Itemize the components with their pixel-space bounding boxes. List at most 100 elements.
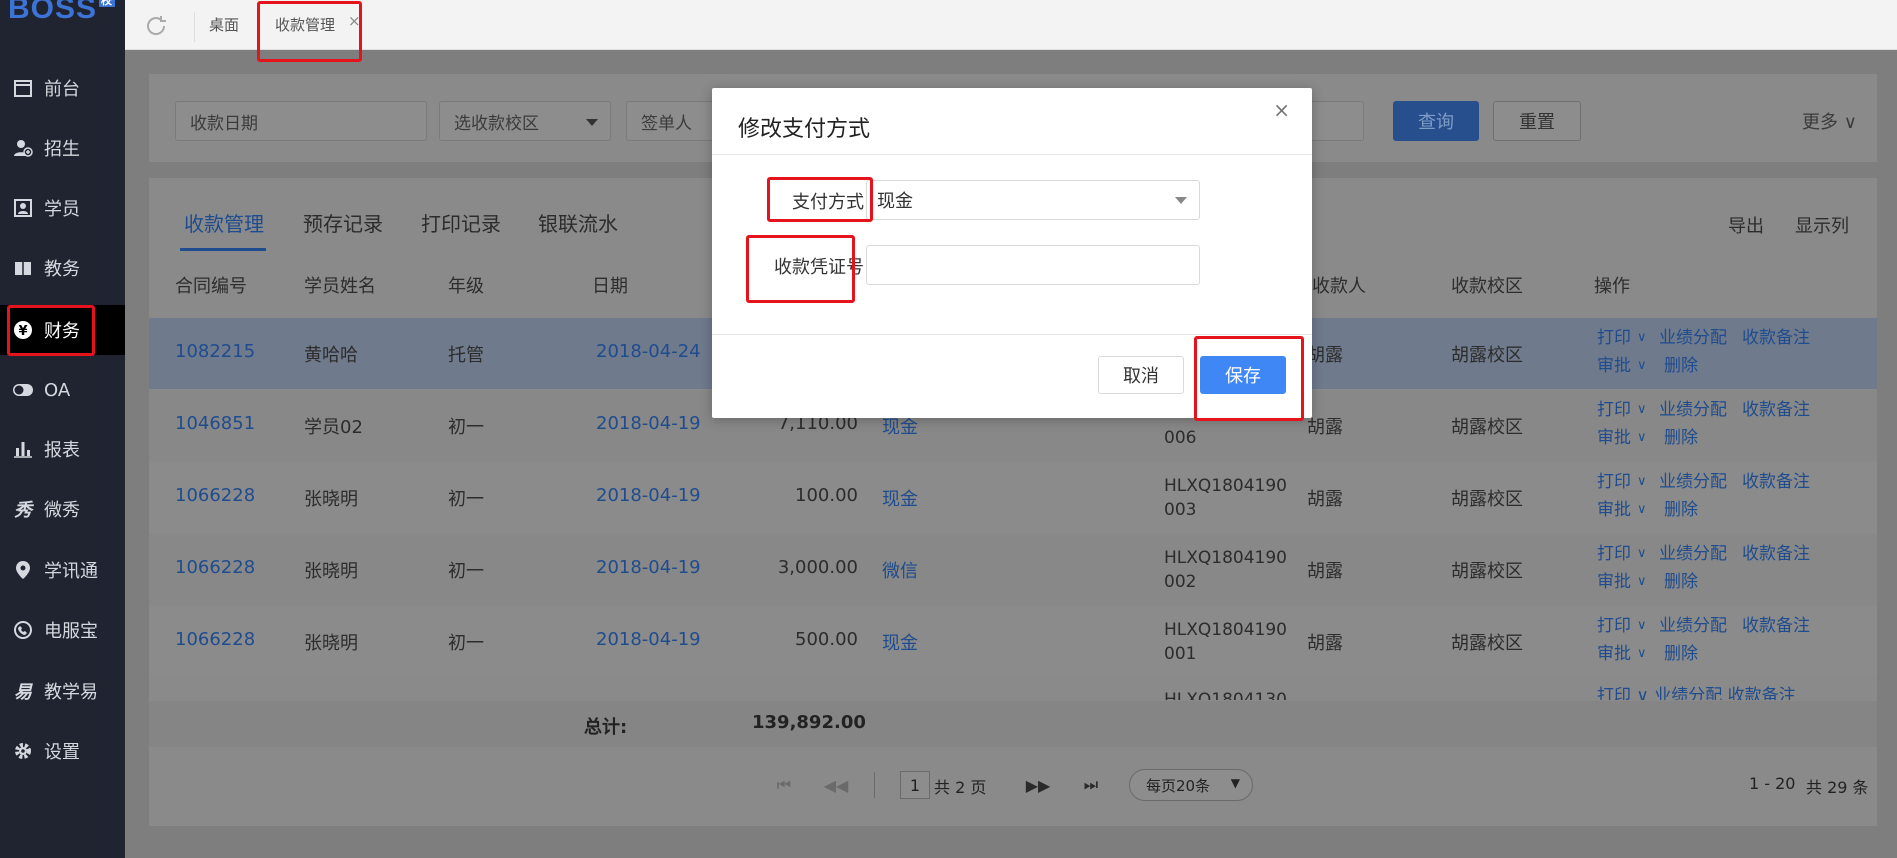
assign-link[interactable]: 业绩分配 [1659, 614, 1727, 638]
subtab-deposits[interactable]: 预存记录 [303, 208, 383, 237]
payment-note-link[interactable]: 收款备注 [1742, 398, 1810, 422]
voucher-input[interactable] [866, 245, 1200, 285]
sidebar-item-enroll[interactable]: 招生 [0, 123, 125, 173]
sidebar-item-frontdesk[interactable]: 前台 [0, 63, 125, 113]
approve-link[interactable]: 审批 [1597, 354, 1631, 378]
sidebar-item-xuexuntong[interactable]: 学讯通 [0, 545, 125, 595]
sidebar-item-dianfubao[interactable]: 电服宝 [0, 605, 125, 655]
chevron-down-icon: ∨ [1637, 546, 1647, 561]
sidebar-item-weixiu[interactable]: 秀 微秀 [0, 484, 125, 534]
date-link[interactable]: 2018-04-19 [596, 629, 701, 650]
sidebar: BOSS 校 前台 招生 学员 教务 ¥ 财务 OA 报表 秀 微秀 学讯通 电服… [0, 0, 125, 858]
sidebar-item-students[interactable]: 学员 [0, 183, 125, 233]
voucher-line-2: 003 [1164, 500, 1197, 520]
grade-cell: 初一 [448, 417, 484, 438]
assign-link[interactable]: 业绩分配 [1659, 470, 1727, 494]
contract-link[interactable]: 1046851 [175, 413, 255, 434]
sidebar-item-label: 招生 [44, 139, 80, 160]
contract-link[interactable]: 1082215 [175, 341, 255, 362]
page-number-input[interactable]: 1 [900, 771, 930, 799]
sidebar-item-academic[interactable]: 教务 [0, 243, 125, 293]
approve-link[interactable]: 审批 [1597, 498, 1631, 522]
delete-link[interactable]: 删除 [1664, 426, 1698, 450]
date-link[interactable]: 2018-04-24 [596, 341, 701, 362]
sidebar-item-oa[interactable]: OA [0, 365, 125, 415]
sidebar-item-label: 教务 [44, 259, 80, 280]
campus-select[interactable]: 选收款校区 [439, 101, 611, 141]
next-page-icon[interactable]: ▶▶ [1020, 770, 1056, 800]
subtab-unionpay[interactable]: 银联流水 [538, 208, 618, 237]
cancel-button[interactable]: 取消 [1098, 356, 1184, 394]
filter-input-extra[interactable] [1310, 101, 1364, 141]
sidebar-item-jiaoxueyi[interactable]: 易 教学易 [0, 666, 125, 716]
delete-link[interactable]: 删除 [1664, 642, 1698, 666]
date-link[interactable]: 2018-04-19 [596, 413, 701, 434]
phone-icon [12, 619, 34, 641]
th-payee: 收款人 [1312, 276, 1366, 297]
voucher-line-1: HLXQ1804190 [1164, 620, 1287, 640]
assign-link[interactable]: 业绩分配 [1659, 398, 1727, 422]
partial-row-actions[interactable]: 打印 ∨ 业绩分配 收款备注 [1597, 684, 1796, 700]
approve-link[interactable]: 审批 [1597, 426, 1631, 450]
print-link[interactable]: 打印 [1597, 542, 1631, 566]
sidebar-item-finance[interactable]: ¥ 财务 [0, 305, 125, 355]
first-page-icon[interactable]: ⏮ [766, 770, 802, 800]
id-card-icon [12, 197, 34, 219]
reset-button[interactable]: 重置 [1493, 101, 1581, 141]
page-size-value: 每页20条 [1146, 776, 1211, 795]
save-button[interactable]: 保存 [1200, 356, 1286, 394]
assign-link[interactable]: 业绩分配 [1659, 326, 1727, 350]
columns-button[interactable]: 显示列 [1795, 212, 1849, 238]
delete-link[interactable]: 删除 [1664, 570, 1698, 594]
sidebar-item-reports[interactable]: 报表 [0, 424, 125, 474]
date-filter-input[interactable]: 收款日期 [175, 101, 427, 141]
delete-link[interactable]: 删除 [1664, 354, 1698, 378]
contract-link[interactable]: 1066228 [175, 557, 255, 578]
payment-method-link[interactable]: 现金 [882, 629, 918, 655]
more-filters-toggle[interactable]: 更多 ∨ [1802, 108, 1857, 134]
close-icon[interactable]: × [1273, 98, 1290, 122]
prev-page-icon[interactable]: ◀◀ [818, 770, 854, 800]
payee-cell: 胡露 [1307, 489, 1343, 510]
th-date: 日期 [592, 276, 628, 297]
approve-link[interactable]: 审批 [1597, 570, 1631, 594]
subtab-payments[interactable]: 收款管理 [184, 208, 264, 237]
last-page-icon[interactable]: ⏭ [1073, 770, 1109, 800]
assign-link[interactable]: 业绩分配 [1659, 542, 1727, 566]
sidebar-item-settings[interactable]: 设置 [0, 726, 125, 776]
contract-link[interactable]: 1066228 [175, 629, 255, 650]
print-link[interactable]: 打印 [1597, 398, 1631, 422]
close-icon[interactable]: × [348, 12, 361, 30]
signer-input[interactable]: 签单人 [626, 101, 716, 141]
print-link[interactable]: 打印 [1597, 326, 1631, 350]
print-link[interactable]: 打印 [1597, 614, 1631, 638]
totals-value: 139,892.00 [752, 712, 866, 733]
payment-note-link[interactable]: 收款备注 [1742, 326, 1810, 350]
query-button[interactable]: 查询 [1393, 101, 1479, 141]
refresh-icon[interactable] [143, 13, 169, 39]
subtab-active-indicator [180, 248, 266, 251]
date-link[interactable]: 2018-04-19 [596, 557, 701, 578]
payment-note-link[interactable]: 收款备注 [1742, 542, 1810, 566]
payment-method-link[interactable]: 现金 [882, 485, 918, 511]
student-name: 张晓明 [304, 561, 358, 582]
print-link[interactable]: 打印 [1597, 470, 1631, 494]
page-count: 共 2 页 [934, 778, 987, 797]
location-pin-icon [12, 559, 34, 581]
subtab-print-records[interactable]: 打印记录 [421, 208, 501, 237]
delete-link[interactable]: 删除 [1664, 498, 1698, 522]
tab-payment-management[interactable]: 收款管理 [275, 14, 335, 35]
payment-note-link[interactable]: 收款备注 [1742, 614, 1810, 638]
app-logo[interactable]: BOSS 校 [8, 0, 116, 26]
payment-method-select[interactable]: 现金 [866, 180, 1200, 220]
tab-desktop[interactable]: 桌面 [209, 14, 239, 35]
payment-method-link[interactable]: 微信 [882, 557, 918, 583]
contract-link[interactable]: 1066228 [175, 485, 255, 506]
student-name: 张晓明 [304, 633, 358, 654]
payment-note-link[interactable]: 收款备注 [1742, 470, 1810, 494]
bar-chart-icon [12, 438, 34, 460]
date-link[interactable]: 2018-04-19 [596, 485, 701, 506]
approve-link[interactable]: 审批 [1597, 642, 1631, 666]
page-size-select[interactable]: 每页20条 ▼ [1129, 769, 1253, 801]
export-button[interactable]: 导出 [1728, 212, 1764, 238]
